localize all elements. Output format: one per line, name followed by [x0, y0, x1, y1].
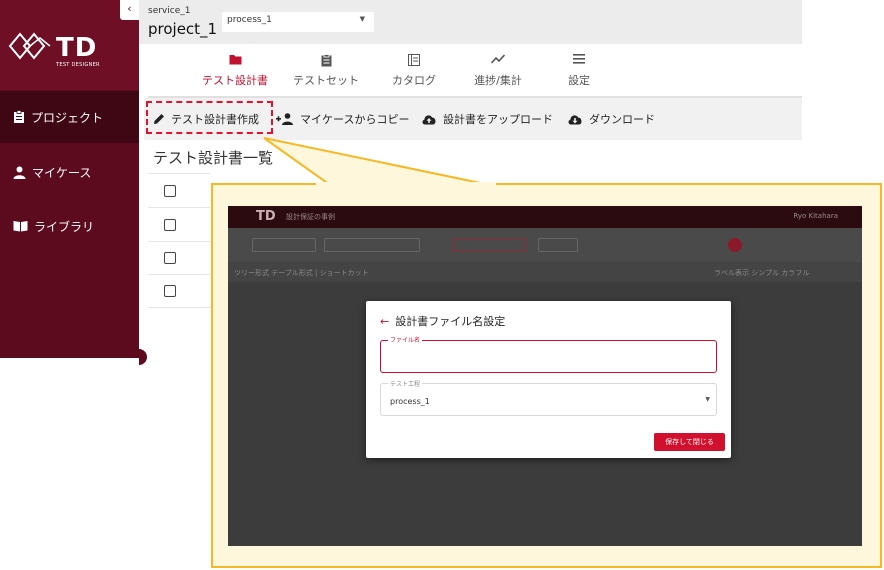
callout-joint [316, 182, 496, 186]
process-value: process_1 [390, 397, 430, 406]
bg-header-title: 設計保証の事例 [286, 213, 335, 221]
bg-field [324, 238, 420, 252]
filename-label: ファイル名 [388, 335, 423, 344]
filename-dialog: ← 設計書ファイル名設定 ファイル名 テスト工程 process_1 ▼ 保存し… [366, 301, 731, 458]
bg-user-name: Ryo Kitahara [793, 212, 838, 220]
process-field[interactable]: テスト工程 process_1 ▼ [380, 379, 717, 416]
bg-avatar [728, 238, 742, 252]
save-close-button[interactable]: 保存して閉じる [654, 433, 725, 451]
process-label: テスト工程 [388, 379, 423, 388]
bg-logo-text: TD [256, 209, 276, 224]
bg-field [452, 238, 526, 252]
chevron-down-icon: ▼ [705, 396, 710, 403]
dialog-header: ← 設計書ファイル名設定 [380, 313, 505, 329]
filename-field[interactable]: ファイル名 [380, 335, 717, 373]
dialog-title: 設計書ファイル名設定 [395, 315, 506, 328]
bg-file-bar [228, 228, 862, 262]
bg-toolbar-text: ツリー形式 テーブル形式 | ショートカット [234, 269, 369, 277]
app-root: TD TEST DESIGNER ‹ プロジェクト マイケース ライブラリ se… [0, 0, 884, 570]
bg-field [538, 238, 578, 252]
bg-field [252, 238, 316, 252]
back-arrow-icon[interactable]: ← [380, 315, 389, 328]
bg-right-text: ラベル表示 シンプル カラフル [714, 269, 810, 277]
bg-view-bar: ツリー形式 テーブル形式 | ショートカット ラベル表示 シンプル カラフル [228, 262, 862, 282]
bg-app-header: TD 設計保証の事例 Ryo Kitahara [228, 206, 862, 228]
